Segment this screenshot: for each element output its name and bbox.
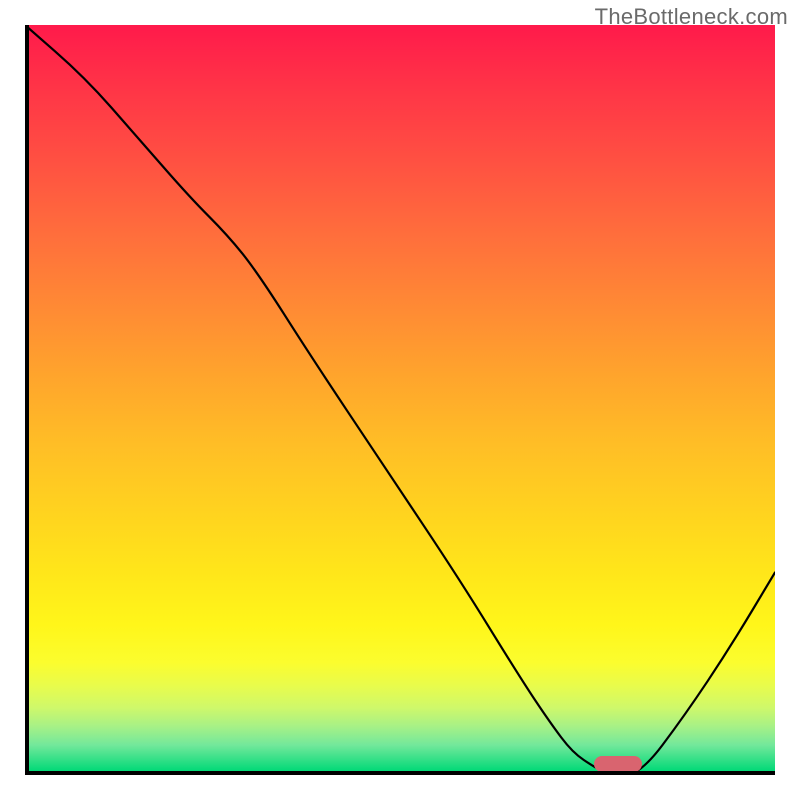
chart-plot-area xyxy=(25,25,775,775)
chart-background-gradient xyxy=(25,25,775,775)
minimum-marker xyxy=(594,756,642,772)
